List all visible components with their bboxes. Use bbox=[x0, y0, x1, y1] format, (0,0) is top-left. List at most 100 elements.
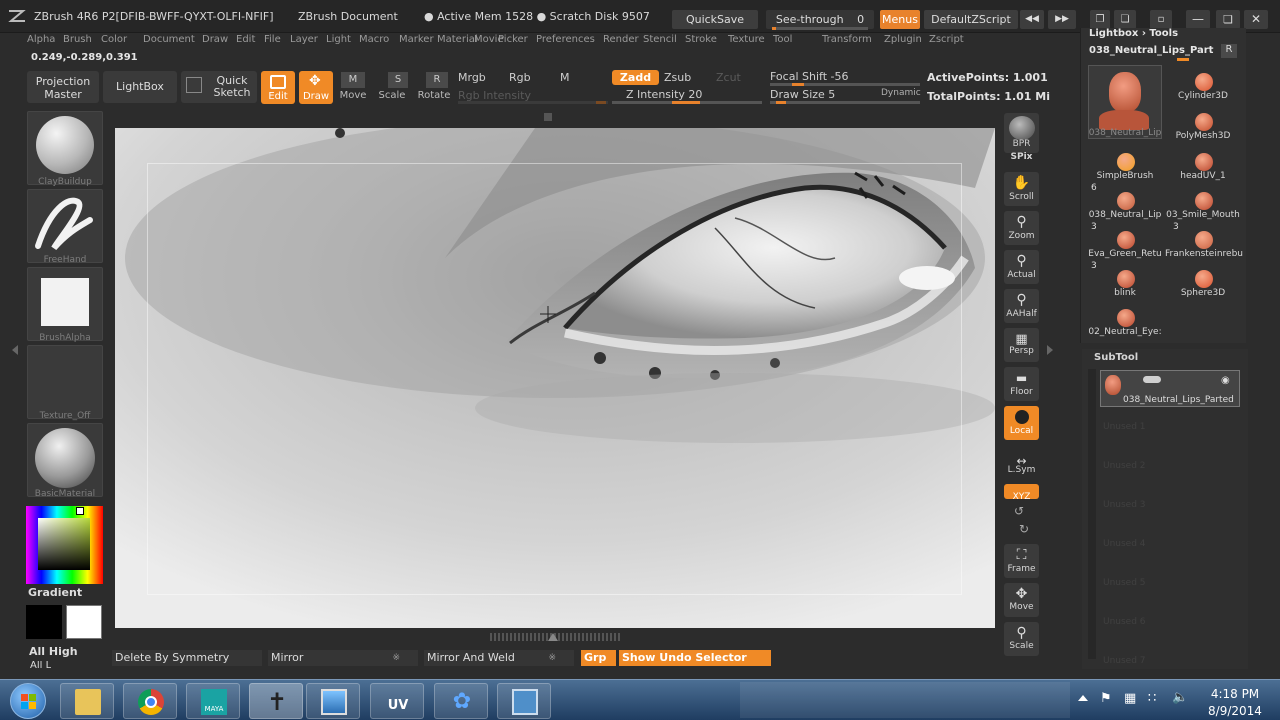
wifi-icon[interactable]: ∷ bbox=[1148, 691, 1156, 706]
primary-color-swatch[interactable] bbox=[66, 605, 102, 639]
menu-item-draw[interactable]: Draw bbox=[202, 34, 228, 45]
menu-item-file[interactable]: File bbox=[264, 34, 281, 45]
quick-sketch-button[interactable]: Quick Sketch bbox=[181, 71, 257, 103]
subtool-header[interactable]: SubTool bbox=[1094, 352, 1138, 363]
menu-item-document[interactable]: Document bbox=[143, 34, 195, 45]
subtool-empty-slot[interactable]: Unused 6 bbox=[1103, 617, 1146, 627]
subtool-empty-slot[interactable]: Unused 3 bbox=[1103, 500, 1146, 510]
tool-thumb-icon[interactable] bbox=[1195, 73, 1213, 91]
device-icon[interactable]: ▦ bbox=[1124, 691, 1136, 706]
scroll-right-icon[interactable]: ▶▶ bbox=[1048, 10, 1076, 29]
tool-item-label[interactable]: Sphere3D bbox=[1165, 288, 1241, 298]
subtool-item-selected[interactable]: ◉ 038_Neutral_Lips_Parted bbox=[1100, 370, 1240, 407]
menu-item-texture[interactable]: Texture bbox=[728, 34, 765, 45]
draw-button[interactable]: ✥ Draw bbox=[299, 71, 333, 104]
scale-icon[interactable]: S bbox=[388, 72, 408, 88]
menu-item-tool[interactable]: Tool bbox=[773, 34, 792, 45]
menu-item-light[interactable]: Light bbox=[326, 34, 351, 45]
mirror-button[interactable]: Mirror ※ bbox=[268, 650, 418, 666]
tool-item-label[interactable]: Cylinder3D bbox=[1165, 91, 1241, 101]
document-canvas[interactable] bbox=[115, 128, 995, 628]
taskbar-zbrush[interactable]: ✝ bbox=[249, 683, 303, 719]
menu-item-zplugin[interactable]: Zplugin bbox=[884, 34, 922, 45]
menu-item-color[interactable]: Color bbox=[101, 34, 127, 45]
left-collapse-icon[interactable] bbox=[12, 345, 18, 355]
subtool-empty-slot[interactable]: Unused 4 bbox=[1103, 539, 1146, 549]
tool-thumb-icon[interactable] bbox=[1195, 113, 1213, 131]
window-icon[interactable]: ❏ bbox=[1114, 10, 1136, 29]
color-picker[interactable] bbox=[26, 506, 103, 584]
focal-shift-slider[interactable]: Focal Shift -56 bbox=[770, 70, 848, 83]
texture-selector[interactable] bbox=[27, 345, 103, 419]
see-through-slider[interactable]: See-through 0 bbox=[766, 10, 874, 30]
menu-item-render[interactable]: Render bbox=[603, 34, 639, 45]
delete-by-symmetry-button[interactable]: Delete By Symmetry bbox=[112, 650, 262, 666]
menu-item-stencil[interactable]: Stencil bbox=[643, 34, 677, 45]
close-icon[interactable]: ✕ bbox=[1244, 10, 1268, 29]
maximize-icon[interactable]: ❏ bbox=[1216, 10, 1240, 29]
taskbar-chrome[interactable] bbox=[123, 683, 177, 719]
mirror-and-weld-button[interactable]: Mirror And Weld ※ bbox=[424, 650, 574, 666]
alpha-selector[interactable] bbox=[27, 267, 103, 341]
material-selector[interactable] bbox=[27, 423, 103, 497]
local-button[interactable]: Local bbox=[1004, 406, 1039, 440]
tool-item-label[interactable]: Eva_Green_Retu bbox=[1087, 249, 1163, 259]
tool-item-label[interactable]: 02_Neutral_Eye: bbox=[1087, 327, 1163, 337]
gradient-label[interactable]: Gradient bbox=[28, 586, 82, 599]
tool-item-label[interactable]: SimpleBrush bbox=[1087, 171, 1163, 181]
flag-icon[interactable]: ⚑ bbox=[1100, 691, 1112, 706]
rotate-icon[interactable]: R bbox=[426, 72, 448, 88]
menu-item-macro[interactable]: Macro bbox=[359, 34, 389, 45]
menu-item-brush[interactable]: Brush bbox=[63, 34, 92, 45]
tool-thumb-icon[interactable] bbox=[1195, 192, 1213, 210]
scroll-left-icon[interactable]: ◀◀ bbox=[1020, 10, 1044, 29]
minimize-icon[interactable]: — bbox=[1186, 10, 1210, 29]
tool-thumb-icon[interactable] bbox=[1117, 309, 1135, 327]
zcut-toggle[interactable]: Zcut bbox=[716, 71, 741, 84]
brush-selector[interactable] bbox=[27, 111, 103, 185]
right-collapse-icon[interactable] bbox=[1047, 345, 1053, 355]
tool-thumb-icon[interactable] bbox=[1117, 270, 1135, 288]
show-hidden-icons-icon[interactable] bbox=[1078, 695, 1088, 701]
draw-size-slider[interactable]: Draw Size 5 bbox=[770, 88, 835, 101]
taskbar-explorer[interactable] bbox=[60, 683, 114, 719]
show-undo-selector-button[interactable]: Show Undo Selector bbox=[619, 650, 771, 666]
tool-item-label[interactable]: Frankensteinrebu bbox=[1165, 249, 1243, 259]
menu-item-material[interactable]: Material bbox=[437, 34, 478, 45]
menus-button[interactable]: Menus bbox=[880, 10, 920, 29]
zadd-toggle[interactable]: Zadd bbox=[612, 70, 659, 85]
tool-thumb-icon[interactable] bbox=[1117, 153, 1135, 171]
move-icon[interactable]: M bbox=[341, 72, 365, 88]
tool-thumb-icon[interactable] bbox=[1195, 153, 1213, 171]
menu-item-transform[interactable]: Transform bbox=[822, 34, 872, 45]
rotate-z-icon[interactable]: ↻ bbox=[1019, 522, 1029, 536]
edit-button[interactable]: Edit bbox=[261, 71, 295, 104]
tool-item-label[interactable]: 038_Neutral_Lip bbox=[1087, 210, 1163, 220]
windows-start-icon[interactable] bbox=[10, 683, 46, 719]
menu-item-picker[interactable]: Picker bbox=[498, 34, 528, 45]
lock-icon[interactable]: ▫ bbox=[1150, 10, 1172, 29]
subtool-empty-slot[interactable]: Unused 7 bbox=[1103, 656, 1146, 666]
tool-thumb-icon[interactable] bbox=[1117, 231, 1135, 249]
dynamic-toggle[interactable]: Dynamic bbox=[881, 88, 921, 98]
mrgb-toggle[interactable]: Mrgb bbox=[458, 71, 486, 84]
menu-item-zscript[interactable]: Zscript bbox=[929, 34, 964, 45]
quicksave-button[interactable]: QuickSave bbox=[672, 10, 758, 29]
spix-slider[interactable]: SPix bbox=[1000, 152, 1043, 162]
m-toggle[interactable]: M bbox=[560, 71, 570, 84]
tool-item-label[interactable]: headUV_1 bbox=[1165, 171, 1241, 181]
r-button[interactable]: R bbox=[1221, 44, 1237, 58]
taskbar-maya[interactable]: MAYA bbox=[186, 683, 240, 719]
volume-icon[interactable]: 🔈 bbox=[1172, 690, 1188, 705]
system-clock[interactable]: 4:18 PM 8/9/2014 bbox=[1200, 686, 1270, 720]
grp-toggle[interactable]: Grp bbox=[581, 650, 616, 666]
canvas-center-arrow-icon[interactable] bbox=[548, 633, 558, 641]
tool-thumb-icon[interactable] bbox=[1117, 192, 1135, 210]
rotate-y-icon[interactable]: ↺ bbox=[1014, 504, 1024, 518]
zsub-toggle[interactable]: Zsub bbox=[664, 71, 691, 84]
tool-thumb-icon[interactable] bbox=[1195, 231, 1213, 249]
default-zscript-button[interactable]: DefaultZScript bbox=[924, 10, 1018, 29]
tool-item-label[interactable]: PolyMesh3D bbox=[1165, 131, 1241, 141]
taskbar-application[interactable]: ✿ bbox=[434, 683, 488, 719]
subtool-empty-slot[interactable]: Unused 5 bbox=[1103, 578, 1146, 588]
